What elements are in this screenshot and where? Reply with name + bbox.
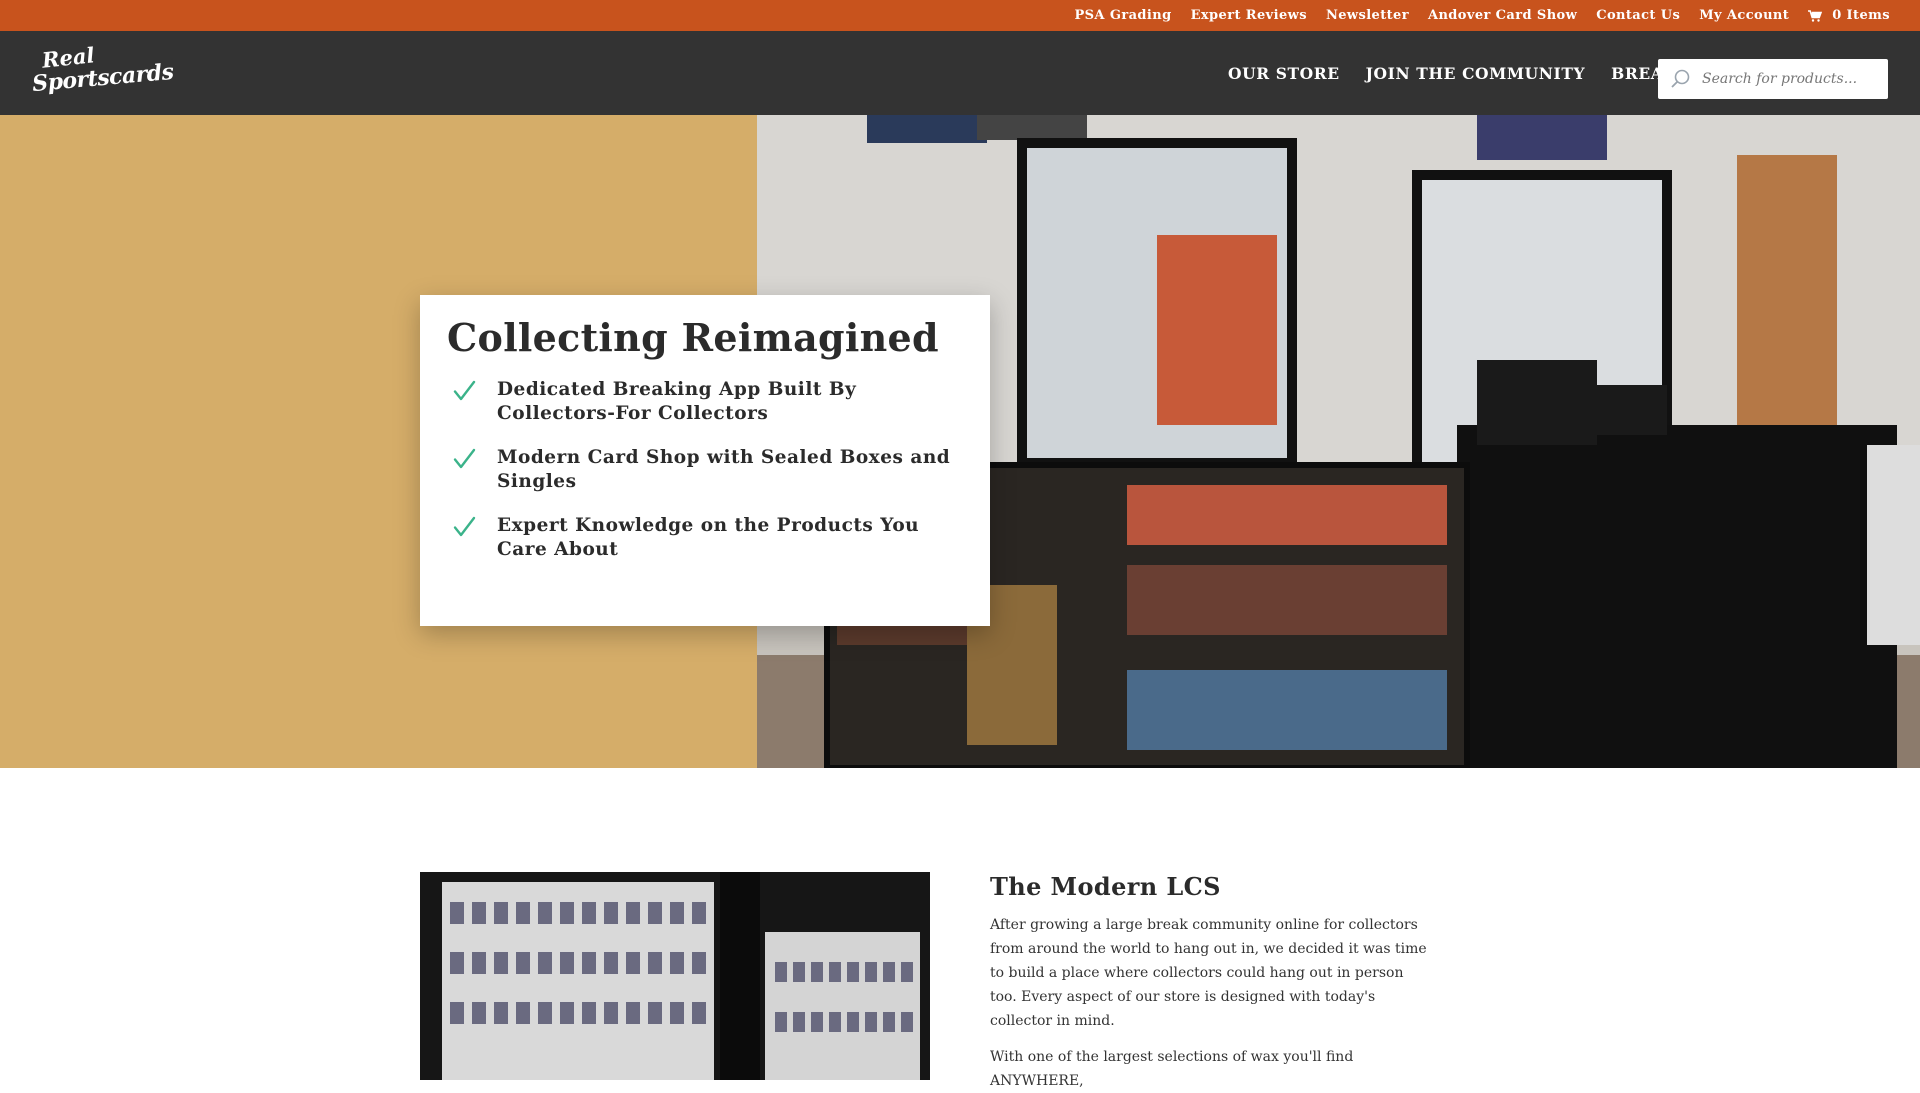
about-section: The Modern LCS After growing a large bre… [990, 872, 1430, 1093]
nav-our-store[interactable]: OUR STORE [1228, 64, 1340, 83]
feature-text: Modern Card Shop with Sealed Boxes and S… [497, 447, 951, 492]
main-header: Real Sportscards OUR STORE JOIN THE COMM… [0, 31, 1920, 115]
feature-item: Modern Card Shop with Sealed Boxes and S… [447, 446, 962, 494]
primary-nav: OUR STORE JOIN THE COMMUNITY BREAKS [1228, 31, 1732, 115]
nav-join-the-community[interactable]: JOIN THE COMMUNITY [1366, 64, 1586, 83]
search-input[interactable] [1702, 71, 1872, 87]
link-expert-reviews[interactable]: Expert Reviews [1191, 8, 1307, 23]
feature-list: Dedicated Breaking App Built By Collecto… [447, 378, 962, 562]
checkmark-icon [453, 516, 476, 537]
feature-text: Dedicated Breaking App Built By Collecto… [497, 379, 857, 424]
search-icon[interactable] [1670, 68, 1692, 90]
link-my-account[interactable]: My Account [1699, 8, 1789, 23]
hero-title: Collecting Reimagined [447, 315, 939, 360]
checkmark-icon [453, 448, 476, 469]
about-paragraph-2: With one of the largest selections of wa… [990, 1049, 1354, 1089]
slab-wall-illustration [420, 872, 930, 1080]
about-paragraph-1: After growing a large break community on… [990, 917, 1427, 1029]
link-newsletter[interactable]: Newsletter [1326, 8, 1409, 23]
link-andover-card-show[interactable]: Andover Card Show [1428, 8, 1577, 23]
about-title: The Modern LCS [990, 872, 1221, 901]
link-contact-us[interactable]: Contact Us [1596, 8, 1680, 23]
slab-display-photo [420, 872, 930, 1080]
cart-link[interactable]: 0 Items [1808, 8, 1890, 23]
feature-item: Dedicated Breaking App Built By Collecto… [447, 378, 962, 426]
checkmark-icon [453, 380, 476, 401]
product-search [1658, 59, 1888, 99]
feature-item: Expert Knowledge on the Products You Car… [447, 514, 962, 562]
link-psa-grading[interactable]: PSA Grading [1074, 8, 1171, 23]
site-logo[interactable]: Real Sportscards [31, 42, 174, 97]
cart-count: 0 Items [1832, 8, 1890, 23]
top-utility-bar: PSA Grading Expert Reviews Newsletter An… [0, 0, 1920, 31]
hero-feature-card: Collecting Reimagined Dedicated Breaking… [420, 295, 990, 626]
cart-icon [1808, 9, 1823, 22]
feature-text: Expert Knowledge on the Products You Car… [497, 515, 920, 560]
